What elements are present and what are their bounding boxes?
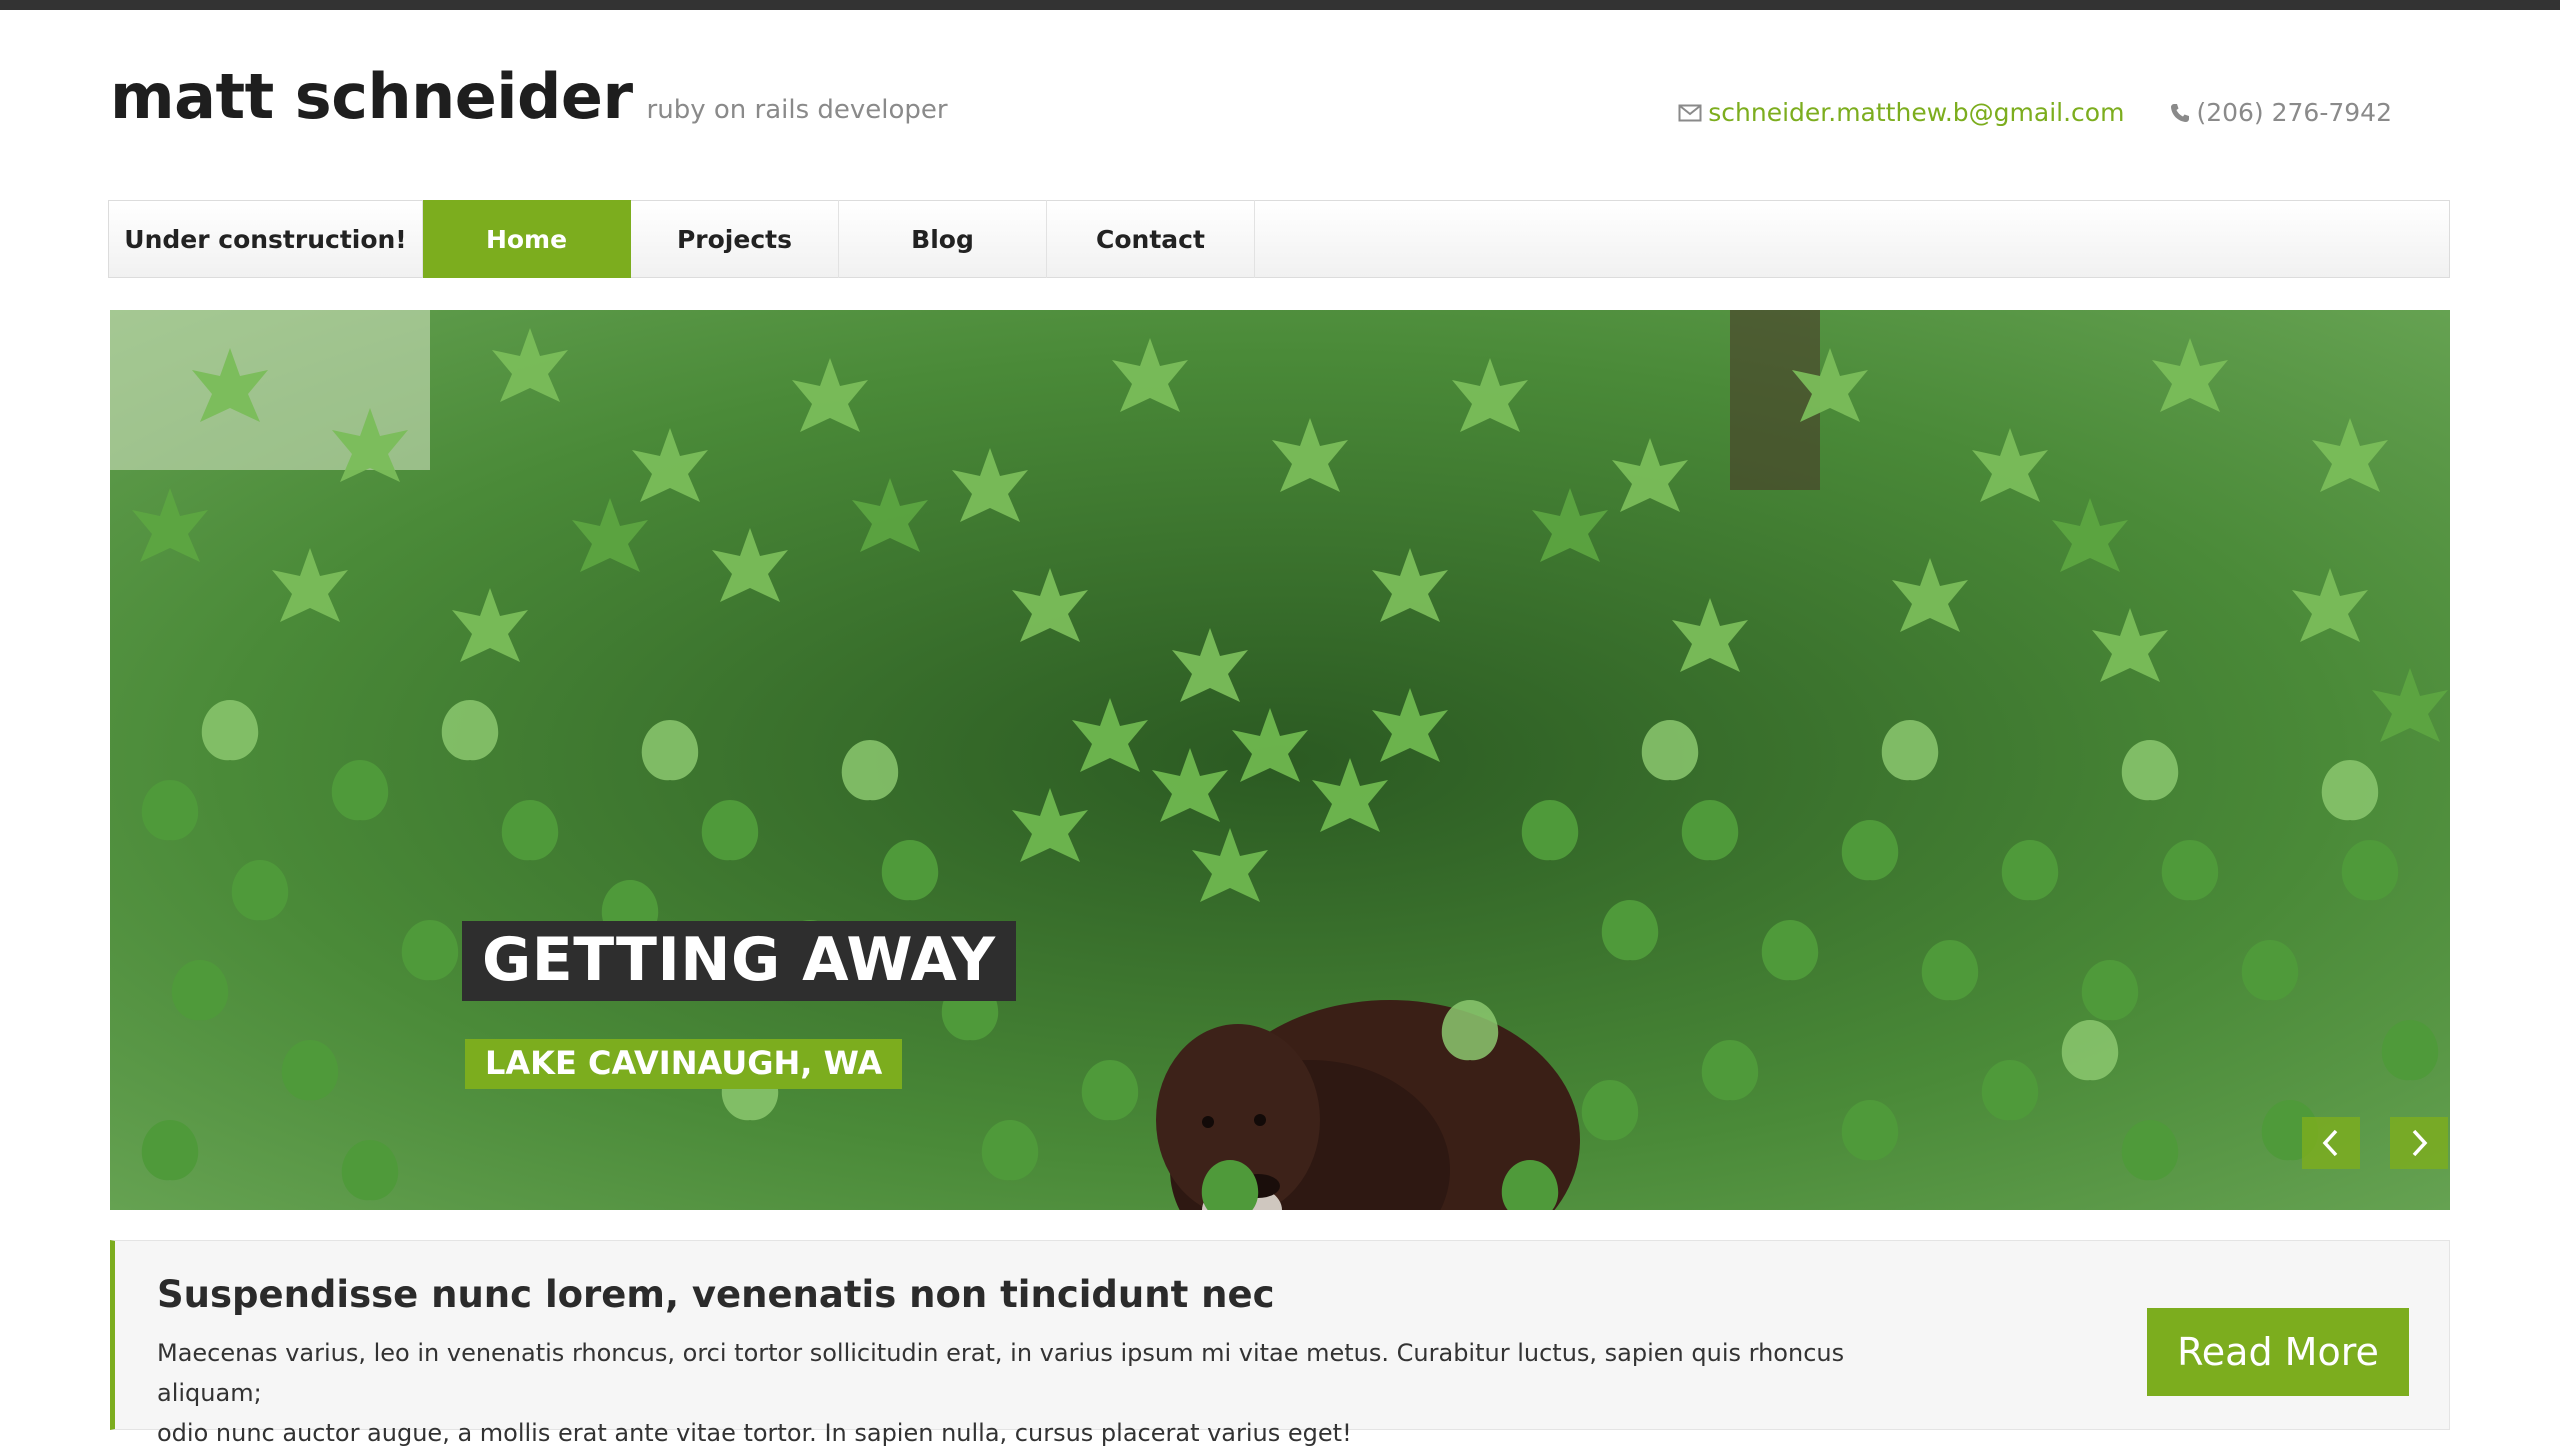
site-title[interactable]: matt schneider bbox=[110, 60, 633, 133]
callout-text-line2: odio nunc auctor augue, a mollis erat an… bbox=[157, 1419, 1352, 1447]
contact-email: schneider.matthew.b@gmail.com bbox=[1678, 98, 2124, 127]
envelope-icon bbox=[1678, 104, 1702, 121]
chevron-right-icon bbox=[2412, 1129, 2428, 1157]
slider-next-button[interactable] bbox=[2390, 1117, 2448, 1169]
callout-text: Maecenas varius, leo in venenatis rhoncu… bbox=[157, 1333, 1877, 1453]
nav-item-home[interactable]: Home bbox=[423, 200, 631, 278]
callout-text-line1: Maecenas varius, leo in venenatis rhoncu… bbox=[157, 1339, 1845, 1407]
slide-caption-title: GETTING AWAY bbox=[462, 921, 1016, 1001]
callout-heading: Suspendisse nunc lorem, venenatis non ti… bbox=[157, 1273, 1275, 1316]
site-branding: matt schneider ruby on rails developer bbox=[110, 60, 948, 133]
slider-prev-button[interactable] bbox=[2302, 1117, 2360, 1169]
nav-item-blog[interactable]: Blog bbox=[839, 200, 1047, 278]
nav-item-projects[interactable]: Projects bbox=[631, 200, 839, 278]
nav-item-contact[interactable]: Contact bbox=[1047, 200, 1255, 278]
email-link[interactable]: schneider.matthew.b@gmail.com bbox=[1708, 98, 2124, 127]
top-accent-bar bbox=[0, 0, 2560, 10]
callout-box: Suspendisse nunc lorem, venenatis non ti… bbox=[110, 1240, 2450, 1447]
hero-slider[interactable]: GETTING AWAY LAKE CAVINAUGH, WA bbox=[110, 310, 2450, 1210]
phone-icon bbox=[2171, 103, 2190, 122]
slide-caption-subtitle: LAKE CAVINAUGH, WA bbox=[465, 1039, 903, 1089]
contact-phone: (206) 276-7942 bbox=[2170, 98, 2392, 127]
main-nav: Under construction! Home Projects Blog C… bbox=[108, 200, 2450, 278]
nav-item-under-construction[interactable]: Under construction! bbox=[109, 200, 423, 278]
hero-image bbox=[110, 310, 2450, 1210]
contact-bar: schneider.matthew.b@gmail.com (206) 276-… bbox=[1678, 98, 2392, 127]
read-more-button[interactable]: Read More bbox=[2147, 1308, 2409, 1396]
chevron-left-icon bbox=[2322, 1129, 2338, 1157]
site-tagline: ruby on rails developer bbox=[646, 95, 948, 125]
phone-number[interactable]: (206) 276-7942 bbox=[2196, 98, 2392, 127]
